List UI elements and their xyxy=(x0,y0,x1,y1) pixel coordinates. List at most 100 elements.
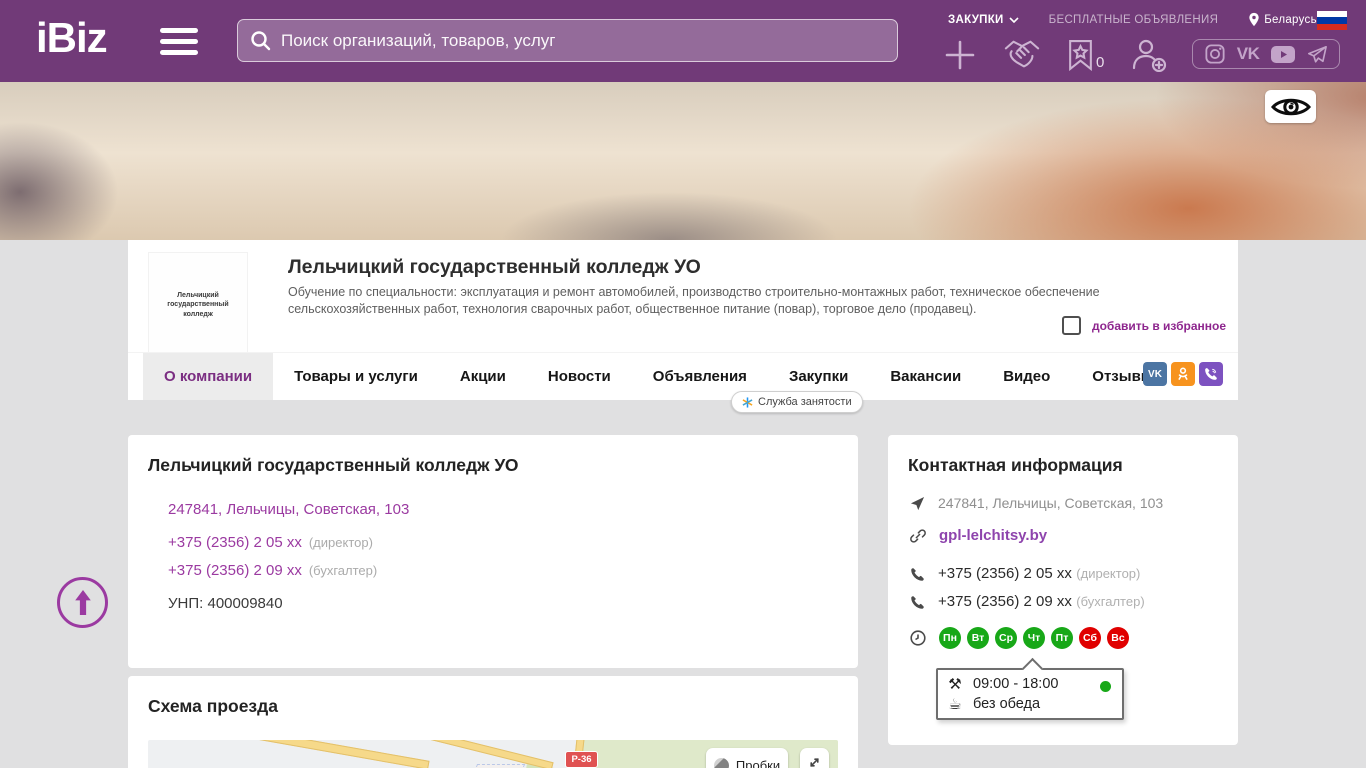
phone-icon xyxy=(911,567,924,581)
company-logo: Лельчицкий государственный колледж xyxy=(148,252,248,358)
free-ads-link[interactable]: БЕСПЛАТНЫЕ ОБЪЯВЛЕНИЯ xyxy=(1049,14,1219,26)
favorite-checkbox[interactable] xyxy=(1061,316,1081,335)
lunch-label: без обеда xyxy=(973,696,1041,712)
tab-news[interactable]: Новости xyxy=(527,353,632,400)
handshake-partners-icon[interactable] xyxy=(1003,37,1041,73)
company-ok-icon[interactable] xyxy=(1171,362,1195,386)
company-card: Лельчицкий государственный колледж Лельч… xyxy=(128,240,1238,400)
favorites-count: 0 xyxy=(1096,53,1105,71)
zakupki-link[interactable]: ЗАКУПКИ xyxy=(948,14,1004,26)
working-hours-row: Пн Вт Ср Чт Пт Сб Вс xyxy=(910,627,1129,649)
company-tabs: О компании Товары и услуги Акции Новости… xyxy=(128,352,1238,400)
contact-address-row: 247841, Лельчицы, Советская, 103 xyxy=(910,495,1163,511)
about-card: Лельчицкий государственный колледж УО 24… xyxy=(128,435,858,668)
contact-address: 247841, Лельчицы, Советская, 103 xyxy=(938,495,1164,511)
location-pin-icon xyxy=(1249,12,1259,27)
map-building-plot xyxy=(453,764,526,768)
youtube-icon[interactable] xyxy=(1271,45,1296,63)
hero-image xyxy=(0,82,1366,240)
phone-row: +375 (2356) 2 09 xx (бухгалтер) xyxy=(168,562,377,579)
company-website-link[interactable]: gpl-lelchitsy.by xyxy=(939,527,1047,544)
traffic-light-icon xyxy=(713,757,729,768)
phone-note: (бухгалтер) xyxy=(308,563,378,578)
map[interactable]: Р-36 Пробки xyxy=(148,740,838,768)
company-name: Лельчицкий государственный колледж УО xyxy=(288,256,701,278)
add-company-icon[interactable] xyxy=(944,39,976,71)
working-hours: 09:00 - 18:00 xyxy=(973,676,1059,692)
map-title: Схема проезда xyxy=(148,696,278,716)
day-sat[interactable]: Сб xyxy=(1079,627,1101,649)
weekday-circles: Пн Вт Ср Чт Пт Сб Вс xyxy=(939,627,1129,649)
favorite-label: добавить в избранное xyxy=(1091,318,1226,333)
phone-note: (директор) xyxy=(308,535,373,550)
contact-phone-row: +375 (2356) 2 09 xx (бухгалтер) xyxy=(910,593,1145,611)
top-links: ЗАКУПКИ БЕСПЛАТНЫЕ ОБЪЯВЛЕНИЯ Беларусь xyxy=(948,12,1317,27)
map-road xyxy=(148,740,430,768)
work-hours-icon: ⚒ xyxy=(948,675,962,693)
add-favorite[interactable]: добавить в избранное xyxy=(1061,316,1226,335)
company-social-links: VK xyxy=(1143,362,1223,386)
search-icon xyxy=(251,31,271,51)
day-tue[interactable]: Вт xyxy=(967,627,989,649)
open-status-dot xyxy=(1100,681,1111,692)
expand-icon xyxy=(810,758,819,767)
contact-title: Контактная информация xyxy=(908,455,1123,475)
day-sun[interactable]: Вс xyxy=(1107,627,1129,649)
header-social-links: VK xyxy=(1192,39,1340,69)
tab-vacancies[interactable]: Вакансии xyxy=(869,353,982,400)
employment-service-icon xyxy=(742,396,753,408)
company-viber-icon[interactable] xyxy=(1199,362,1223,386)
favorites-bookmark-icon[interactable]: 0 xyxy=(1068,39,1105,71)
vk-icon[interactable]: VK xyxy=(1237,44,1260,64)
tab-promos[interactable]: Акции xyxy=(439,353,527,400)
phone-note: (директор) xyxy=(1076,566,1141,581)
phone-row: +375 (2356) 2 05 xx (директор) xyxy=(168,534,373,551)
day-mon[interactable]: Пн xyxy=(939,627,961,649)
map-card: Схема проезда Р-36 Пробки xyxy=(128,676,858,768)
phone-link[interactable]: +375 (2356) 2 05 xx xyxy=(938,565,1072,582)
header: iBiz ЗАКУПКИ БЕСПЛАТНЫЕ ОБЪЯВЛЕНИЯ Белар… xyxy=(0,0,1366,82)
site-logo[interactable]: iBiz xyxy=(36,14,108,62)
employment-service-tooltip: Служба занятости xyxy=(731,391,863,413)
search-input[interactable] xyxy=(281,30,885,51)
tab-video[interactable]: Видео xyxy=(982,353,1071,400)
lunch-icon: ☕ xyxy=(948,695,962,713)
tab-products[interactable]: Товары и услуги xyxy=(273,353,439,400)
company-description: Обучение по специальности: эксплуатация … xyxy=(288,285,1100,316)
hamburger-menu-icon[interactable] xyxy=(160,28,198,55)
chevron-down-icon xyxy=(1009,16,1019,23)
scroll-top-button[interactable] xyxy=(57,577,108,628)
company-unp: УНП: 400009840 xyxy=(168,595,283,612)
arrow-up-icon xyxy=(74,590,91,615)
tab-about[interactable]: О компании xyxy=(143,353,274,400)
phone-link[interactable]: +375 (2356) 2 05 xx xyxy=(168,534,302,551)
search-bar xyxy=(237,19,898,62)
day-thu[interactable]: Чт xyxy=(1023,627,1045,649)
add-user-icon[interactable] xyxy=(1131,38,1167,72)
about-title: Лельчицкий государственный колледж УО xyxy=(148,455,519,475)
day-wed[interactable]: Ср xyxy=(995,627,1017,649)
traffic-button[interactable]: Пробки xyxy=(706,748,788,768)
working-hours-popup: ⚒ 09:00 - 18:00 ☕ без обеда xyxy=(936,657,1124,720)
company-address-link[interactable]: 247841, Лельчицы, Советская, 103 xyxy=(168,501,409,518)
telegram-icon[interactable] xyxy=(1307,45,1327,64)
day-fri[interactable]: Пт xyxy=(1051,627,1073,649)
region-selector[interactable]: Беларусь xyxy=(1248,12,1317,27)
map-expand-button[interactable] xyxy=(800,748,829,768)
clock-icon xyxy=(910,630,926,646)
contact-website-row: gpl-lelchitsy.by xyxy=(910,527,1047,544)
page: iBiz ЗАКУПКИ БЕСПЛАТНЫЕ ОБЪЯВЛЕНИЯ Белар… xyxy=(0,0,1366,768)
header-action-icons: 0 xyxy=(944,37,1167,73)
navigation-arrow-icon xyxy=(910,496,925,510)
accessibility-eye-button[interactable] xyxy=(1265,90,1316,123)
contact-phone-row: +375 (2356) 2 05 xx (директор) xyxy=(910,565,1140,583)
phone-link[interactable]: +375 (2356) 2 09 xx xyxy=(168,562,302,579)
phone-link[interactable]: +375 (2356) 2 09 xx xyxy=(938,593,1072,610)
region-label: Беларусь xyxy=(1264,13,1317,26)
language-flag-ru-icon[interactable] xyxy=(1317,11,1347,30)
instagram-icon[interactable] xyxy=(1205,44,1225,64)
company-vk-icon[interactable]: VK xyxy=(1143,362,1167,386)
eye-icon xyxy=(1270,98,1311,115)
phone-icon xyxy=(911,595,924,609)
link-icon xyxy=(910,528,926,543)
